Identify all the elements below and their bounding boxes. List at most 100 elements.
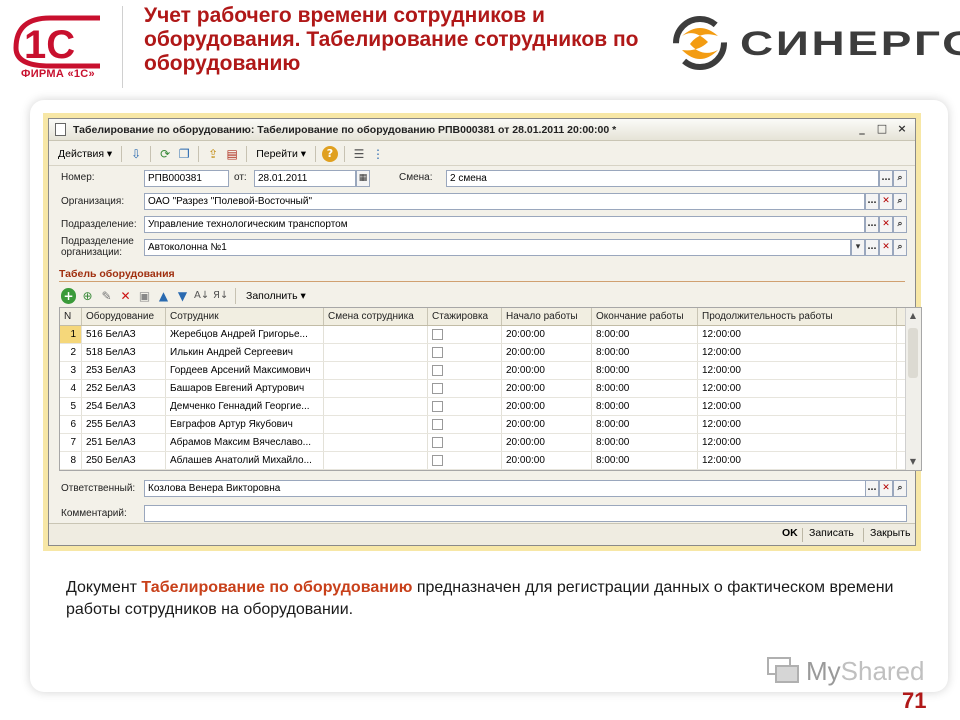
end-time-cell[interactable]: 8:00:00 — [592, 362, 698, 379]
select-button-icon[interactable]: … — [879, 170, 893, 187]
equipment-cell[interactable]: 255 БелАЗ — [82, 416, 166, 433]
sort-descending-icon[interactable]: Я↓ — [213, 288, 228, 304]
copy-document-icon[interactable]: ❐ — [176, 146, 192, 162]
move-up-icon[interactable]: ▲ — [156, 288, 171, 304]
column-header[interactable]: Смена сотрудника — [324, 308, 428, 325]
move-down-icon[interactable]: ▼ — [175, 288, 190, 304]
help-icon[interactable]: ? — [322, 145, 338, 162]
equipment-cell[interactable]: 253 БелАЗ — [82, 362, 166, 379]
select-button-icon[interactable]: … — [865, 193, 879, 210]
scroll-up-icon[interactable]: ▲ — [905, 310, 921, 322]
row-number[interactable]: 2 — [60, 344, 82, 361]
maximize-button[interactable]: □ — [874, 122, 890, 137]
column-header[interactable]: Окончание работы — [592, 308, 698, 325]
equipment-cell[interactable]: 518 БелАЗ — [82, 344, 166, 361]
table-row[interactable]: 2 518 БелАЗ Илькин Андрей Сергеевич 20:00:0… — [60, 344, 921, 362]
clear-icon[interactable]: ✕ — [879, 239, 893, 256]
actions-menu[interactable]: Действия ▾ — [55, 148, 115, 160]
internship-checkbox[interactable] — [432, 401, 443, 412]
row-number[interactable]: 7 — [60, 434, 82, 451]
select-button-icon[interactable]: … — [865, 480, 879, 497]
table-scrollbar[interactable]: ▲ ▼ — [905, 308, 921, 470]
employee-cell[interactable]: Абрамов Максим Вячеславо... — [166, 434, 324, 451]
employee-shift-cell[interactable] — [324, 344, 428, 361]
ok-button[interactable]: OK — [782, 527, 798, 539]
employee-cell[interactable]: Башаров Евгений Артурович — [166, 380, 324, 397]
internship-cell[interactable] — [428, 362, 502, 379]
employee-shift-cell[interactable] — [324, 452, 428, 469]
end-time-cell[interactable]: 8:00:00 — [592, 380, 698, 397]
row-number[interactable]: 1 — [60, 326, 82, 343]
row-number[interactable]: 8 — [60, 452, 82, 469]
open-search-icon[interactable]: ⌕ — [893, 193, 907, 210]
start-time-cell[interactable]: 20:00:00 — [502, 344, 592, 361]
employee-shift-cell[interactable] — [324, 434, 428, 451]
internship-checkbox[interactable] — [432, 437, 443, 448]
comment-field[interactable] — [144, 505, 907, 522]
row-number[interactable]: 3 — [60, 362, 82, 379]
fill-menu[interactable]: Заполнить ▾ — [243, 290, 309, 302]
start-time-cell[interactable]: 20:00:00 — [502, 416, 592, 433]
date-field[interactable]: 28.01.2011 — [254, 170, 356, 187]
employee-cell[interactable]: Демченко Геннадий Георгие... — [166, 398, 324, 415]
end-time-cell[interactable]: 8:00:00 — [592, 434, 698, 451]
open-search-icon[interactable]: ⌕ — [893, 239, 907, 256]
dropdown-arrow-icon[interactable]: ▾ — [851, 239, 865, 256]
end-time-cell[interactable]: 8:00:00 — [592, 326, 698, 343]
org-division-field[interactable]: Автоколонна №1 — [144, 239, 851, 256]
internship-cell[interactable] — [428, 344, 502, 361]
window-titlebar[interactable]: Табелирование по оборудованию: Табелиров… — [49, 119, 915, 141]
table-row[interactable]: 6 255 БелАЗ Евграфов Артур Якубович 20:00:0… — [60, 416, 921, 434]
internship-checkbox[interactable] — [432, 383, 443, 394]
delete-row-icon[interactable]: ✕ — [118, 288, 133, 304]
table-row[interactable]: 5 254 БелАЗ Демченко Геннадий Георгие... 20… — [60, 398, 921, 416]
equipment-cell[interactable]: 251 БелАЗ — [82, 434, 166, 451]
internship-checkbox[interactable] — [432, 347, 443, 358]
refresh-icon[interactable]: ⟳ — [157, 146, 173, 162]
duration-cell[interactable]: 12:00:00 — [698, 398, 897, 415]
internship-checkbox[interactable] — [432, 419, 443, 430]
end-time-cell[interactable]: 8:00:00 — [592, 452, 698, 469]
end-time-cell[interactable]: 8:00:00 — [592, 398, 698, 415]
add-row-icon[interactable]: + — [61, 288, 76, 304]
start-time-cell[interactable]: 20:00:00 — [502, 452, 592, 469]
equipment-cell[interactable]: 516 БелАЗ — [82, 326, 166, 343]
end-time-cell[interactable]: 8:00:00 — [592, 416, 698, 433]
internship-checkbox[interactable] — [432, 365, 443, 376]
table-row[interactable]: 7 251 БелАЗ Абрамов Максим Вячеславо... 20:… — [60, 434, 921, 452]
clear-icon[interactable]: ✕ — [879, 480, 893, 497]
employee-shift-cell[interactable] — [324, 416, 428, 433]
save-button[interactable]: Записать — [809, 527, 854, 539]
table-row[interactable]: 8 250 БелАЗ Аблашев Анатолий Михайло... 20:… — [60, 452, 921, 470]
start-time-cell[interactable]: 20:00:00 — [502, 362, 592, 379]
structure-icon[interactable]: ☰ — [351, 146, 367, 162]
table-row[interactable]: 4 252 БелАЗ Башаров Евгений Артурович 20:00… — [60, 380, 921, 398]
hierarchy-icon[interactable]: ⋮ — [370, 146, 386, 162]
column-header[interactable]: Продолжительность работы — [698, 308, 897, 325]
end-time-cell[interactable]: 8:00:00 — [592, 344, 698, 361]
shift-field[interactable]: 2 смена — [446, 170, 879, 187]
row-number[interactable]: 4 — [60, 380, 82, 397]
duration-cell[interactable]: 12:00:00 — [698, 380, 897, 397]
internship-cell[interactable] — [428, 326, 502, 343]
row-number[interactable]: 6 — [60, 416, 82, 433]
table-row[interactable]: 1 516 БелАЗ Жеребцов Андрей Григорье... 20:… — [60, 326, 921, 344]
end-edit-icon[interactable]: ▣ — [137, 288, 152, 304]
close-button[interactable]: Закрыть — [870, 527, 910, 539]
sort-ascending-icon[interactable]: A↓ — [194, 288, 209, 304]
internship-checkbox[interactable] — [432, 455, 443, 466]
column-header[interactable]: Оборудование — [82, 308, 166, 325]
internship-cell[interactable] — [428, 380, 502, 397]
employee-shift-cell[interactable] — [324, 398, 428, 415]
column-header[interactable]: Начало работы — [502, 308, 592, 325]
open-search-icon[interactable]: ⌕ — [893, 170, 907, 187]
employee-cell[interactable]: Аблашев Анатолий Михайло... — [166, 452, 324, 469]
internship-cell[interactable] — [428, 452, 502, 469]
scroll-down-icon[interactable]: ▼ — [905, 456, 921, 468]
start-time-cell[interactable]: 20:00:00 — [502, 380, 592, 397]
row-number[interactable]: 5 — [60, 398, 82, 415]
employee-cell[interactable]: Гордеев Арсений Максимович — [166, 362, 324, 379]
employee-cell[interactable]: Илькин Андрей Сергеевич — [166, 344, 324, 361]
column-header[interactable]: Сотрудник — [166, 308, 324, 325]
employee-shift-cell[interactable] — [324, 362, 428, 379]
